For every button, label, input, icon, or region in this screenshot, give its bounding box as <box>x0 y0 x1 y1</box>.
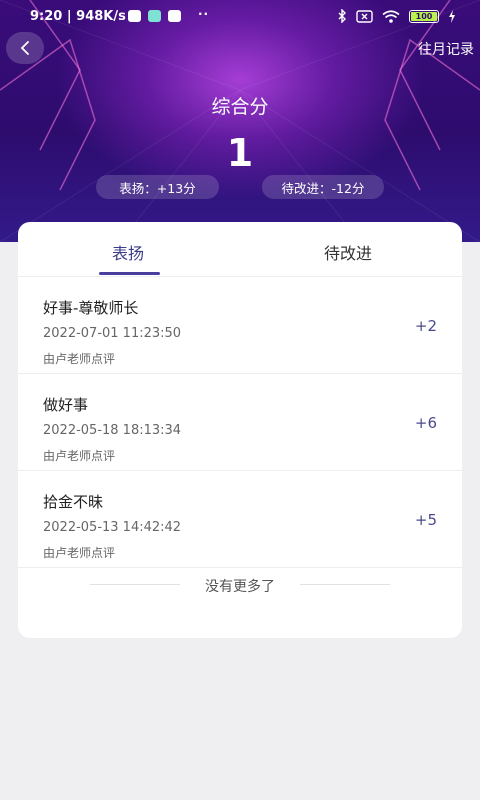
app-notification-icon <box>128 10 141 22</box>
praise-total-badge: 表扬：+13分 <box>96 175 219 199</box>
score-value: 1 <box>226 131 254 175</box>
record-reviewer: 由卢老师点评 <box>43 352 116 366</box>
notification-icons <box>128 10 181 22</box>
record-time: 2022-05-18 18:13:34 <box>43 423 182 438</box>
record-points: +5 <box>414 511 437 529</box>
history-records-link[interactable]: 往月记录 <box>418 39 474 59</box>
tab-bar: 表扬 待改进 <box>18 222 462 277</box>
battery-level: 100 <box>415 11 433 21</box>
no-sim-icon <box>356 9 373 23</box>
tab-improve[interactable]: 待改进 <box>324 240 372 264</box>
tab-praise[interactable]: 表扬 <box>112 240 144 264</box>
separator: | <box>66 9 77 24</box>
battery-icon: 100 <box>409 9 439 23</box>
mail-notification-icon <box>148 10 161 22</box>
charging-icon <box>449 9 455 23</box>
no-more-text: 没有更多了 <box>205 579 275 595</box>
record-title: 拾金不昧 <box>43 493 104 511</box>
header-light-rays <box>0 0 480 242</box>
more-notifications-icon: ·· <box>198 7 210 21</box>
list-item[interactable]: 好事-尊敬师长 2022-07-01 11:23:50 由卢老师点评 +2 <box>18 277 462 374</box>
network-speed: 948K/s <box>76 9 126 24</box>
app-notification-icon <box>168 10 181 22</box>
status-bar: 9:20 | 948K/s ·· 100 <box>0 0 480 34</box>
record-time: 2022-05-13 14:42:42 <box>43 520 182 535</box>
score-header: 9:20 | 948K/s ·· 100 往月记录 综合分 1 表扬：+13分 … <box>0 0 480 242</box>
page: 9:20 | 948K/s ·· 100 往月记录 综合分 1 表扬：+13分 … <box>0 0 480 800</box>
status-time: 9:20 | 948K/s <box>30 9 126 24</box>
record-points: +6 <box>414 414 437 432</box>
divider <box>300 584 390 585</box>
list-item[interactable]: 做好事 2022-05-18 18:13:34 由卢老师点评 +6 <box>18 374 462 471</box>
record-points: +2 <box>414 317 437 335</box>
chevron-left-icon <box>20 41 29 55</box>
record-reviewer: 由卢老师点评 <box>43 449 116 463</box>
score-label: 综合分 <box>211 96 269 118</box>
back-button[interactable] <box>6 32 44 64</box>
improve-total-badge: 待改进：-12分 <box>262 175 384 199</box>
record-time: 2022-07-01 11:23:50 <box>43 326 182 341</box>
records-card: 表扬 待改进 好事-尊敬师长 2022-07-01 11:23:50 由卢老师点… <box>18 222 462 638</box>
system-icons: 100 <box>337 9 456 23</box>
record-reviewer: 由卢老师点评 <box>43 546 116 560</box>
record-title: 好事-尊敬师长 <box>43 299 139 317</box>
list-end-indicator: 没有更多了 <box>18 568 462 602</box>
wifi-icon <box>382 9 400 23</box>
record-title: 做好事 <box>43 396 89 414</box>
active-tab-indicator <box>99 272 160 275</box>
clock-text: 9:20 <box>30 9 63 24</box>
bluetooth-icon <box>338 9 346 23</box>
list-item[interactable]: 拾金不昧 2022-05-13 14:42:42 由卢老师点评 +5 <box>18 471 462 568</box>
